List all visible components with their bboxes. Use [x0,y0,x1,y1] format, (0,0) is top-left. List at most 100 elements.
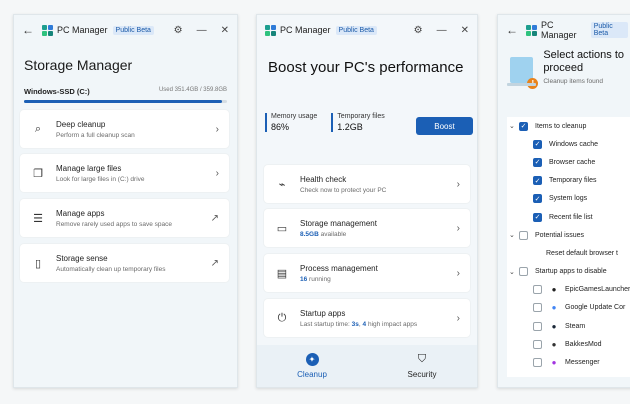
row-label: EpicGamesLauncher [565,286,630,294]
memory-usage-stat: Memory usage 86% [265,113,317,132]
chevron-down-icon[interactable]: ⌄ [509,231,517,239]
card-title: Process management [300,263,378,273]
checkbox[interactable]: ✓ [533,212,542,222]
startup-apps-card[interactable]: ⏻ Startup apps Last startup time: 3s, 4 h… [264,299,470,337]
checkbox[interactable] [533,303,542,313]
checkbox[interactable]: ✓ [533,176,542,186]
drive-usage-bar [24,100,227,103]
checkbox[interactable]: ✓ [519,121,528,131]
list-item[interactable]: ✓ Recent file list [507,208,630,226]
storage-sense-card[interactable]: ▯ Storage sense Automatically clean up te… [20,244,229,282]
cleanup-select-window: ← PC Manager Public Beta ! Select action… [497,14,630,388]
row-label: System logs [549,195,588,203]
card-subtitle: 16 running [300,276,378,283]
deep-cleanup-card[interactable]: ⌕ Deep cleanup Perform a full cleanup sca… [20,110,229,148]
nav-cleanup[interactable]: ✦ Cleanup [257,345,367,387]
checkbox[interactable]: ✓ [533,157,542,167]
health-monitor-icon: ⌁ [278,178,286,191]
checkbox[interactable] [519,267,528,277]
list-item[interactable]: ● BakkesMod [507,335,630,353]
stat-value: 1.2GB [337,122,363,132]
row-label: Temporary files [549,177,597,185]
row-label: Items to cleanup [535,122,587,130]
storage-available-value: 8.5GB [300,230,319,238]
card-title: Deep cleanup [56,119,106,129]
storage-management-card[interactable]: ▭ Storage management 8.5GB available › [264,209,470,247]
group-row[interactable]: ⌄ Potential issues [507,226,630,244]
app-name: PC Manager [541,20,577,40]
pc-manager-logo-icon [526,24,537,36]
checkbox[interactable] [533,358,542,368]
boost-button[interactable]: Boost [416,117,473,135]
checkbox[interactable] [519,230,528,240]
back-arrow-icon[interactable]: ← [22,23,34,37]
drive-usage-text: Used 351.4GB / 359.8GB [158,87,227,93]
title-bar: ← PC Manager Public Beta [498,15,630,45]
checkbox[interactable] [533,339,542,349]
chevron-down-icon[interactable]: ⌄ [509,268,517,276]
storage-manager-window: ← PC Manager Public Beta ⚙ — ✕ Storage M… [13,14,238,388]
drive-info: Windows-SSD (C:) Used 351.4GB / 359.8GB [14,87,237,96]
checkbox[interactable] [533,321,542,331]
title-bar: PC Manager Public Beta ⚙ — ✕ [257,15,477,45]
process-icon: ▤ [276,267,288,280]
list-item[interactable]: ● Steam [507,317,630,335]
cleanup-header: ! Select actions to proceed Cleanup item… [498,45,630,101]
chevron-right-icon: › [215,123,219,135]
external-link-icon: ↗ [210,212,219,224]
manage-large-files-card[interactable]: ❐ Manage large files Look for large files… [20,154,229,192]
process-management-card[interactable]: ▤ Process management 16 running › [264,254,470,292]
settings-gear-icon[interactable]: ⚙ [174,25,183,36]
external-link-icon: ↗ [210,257,219,269]
chevron-right-icon: › [456,267,460,279]
row-label: Recent file list [549,213,593,221]
chevron-right-icon: › [456,178,460,190]
checkbox[interactable]: ✓ [533,194,542,204]
list-item[interactable]: ● EpicGamesLauncher [507,281,630,299]
laptop-warning-icon: ! [506,57,539,89]
card-title: Storage management [300,218,377,228]
minimize-icon[interactable]: — [437,25,447,36]
chevron-down-icon[interactable]: ⌄ [509,122,517,130]
list-item[interactable]: ✓ Browser cache [507,153,630,171]
list-item[interactable]: Reset default browser t [507,244,630,262]
cleanup-list: ⌄ ✓ Items to cleanup ✓ Windows cache ✓ Browser… [507,117,630,377]
list-item[interactable]: ● Google Update Cor [507,299,630,317]
list-item[interactable]: ● Messenger [507,353,630,371]
list-item[interactable]: ✓ System logs [507,190,630,208]
stat-label: Memory usage [271,113,318,120]
card-title: Manage large files [56,163,122,173]
checkbox[interactable]: ✓ [533,139,542,149]
stats-row: Memory usage 86% Temporary files 1.2GB [265,113,399,132]
back-arrow-icon[interactable]: ← [506,23,518,37]
drive-usage-fill [24,100,223,103]
group-row[interactable]: ⌄ Startup apps to disable [507,263,630,281]
row-label: Startup apps to disable [535,268,607,276]
minimize-icon[interactable]: — [197,25,207,36]
manage-apps-card[interactable]: ☰ Manage apps Remove rarely used apps to … [20,199,229,237]
chevron-right-icon: › [215,167,219,179]
cleanup-icon: ✦ [305,353,319,366]
steam-icon: ● [551,321,557,331]
nav-label: Cleanup [297,370,327,379]
card-title: Storage sense [56,253,108,263]
messenger-icon: ● [551,358,557,368]
health-check-card[interactable]: ⌁ Health check Check now to protect your … [264,165,470,203]
row-label: Reset default browser t [546,249,618,257]
settings-gear-icon[interactable]: ⚙ [414,25,423,36]
page-subtitle: Cleanup items found [543,78,603,85]
row-label: Steam [565,322,586,330]
group-row[interactable]: ⌄ ✓ Items to cleanup [507,117,630,135]
close-icon[interactable]: ✕ [221,25,229,36]
broom-icon: ⌕ [34,122,42,135]
bottom-nav: ✦ Cleanup ⛉ Security [257,345,477,387]
card-title: Health check [300,174,347,184]
card-subtitle: Check now to protect your PC [300,186,387,194]
google-update-icon: ● [551,303,557,313]
list-item[interactable]: ✓ Windows cache [507,135,630,153]
nav-security[interactable]: ⛉ Security [367,345,477,387]
checkbox[interactable] [533,285,542,295]
apps-list-icon: ☰ [33,212,43,225]
list-item[interactable]: ✓ Temporary files [507,172,630,190]
close-icon[interactable]: ✕ [461,25,469,36]
